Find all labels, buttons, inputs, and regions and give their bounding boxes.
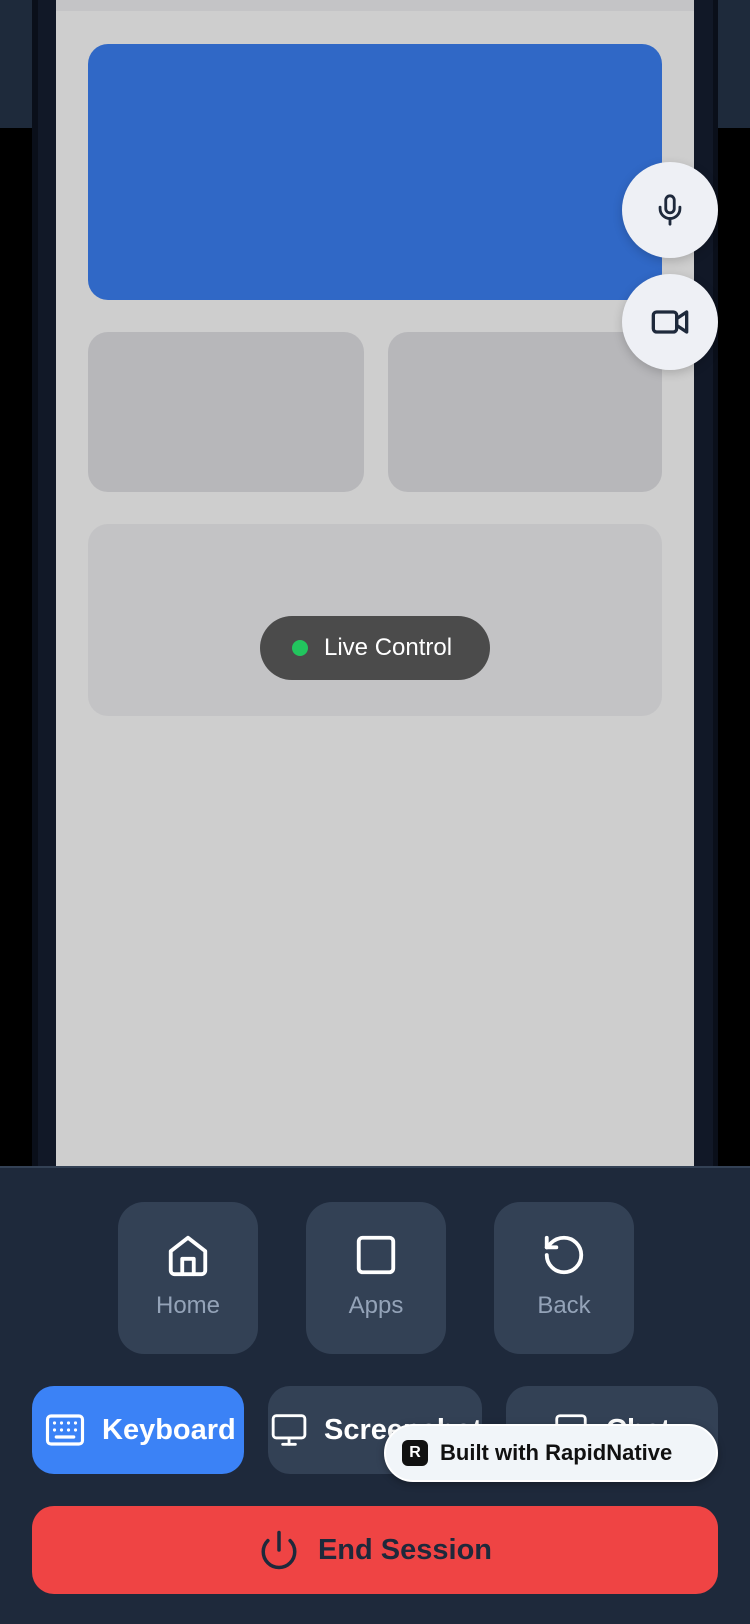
card-placeholder-left xyxy=(88,332,364,492)
home-button[interactable]: Home xyxy=(118,1202,258,1354)
apps-label: Apps xyxy=(348,1292,404,1319)
live-control-label: Live Control xyxy=(324,634,453,661)
live-status-dot xyxy=(292,640,308,656)
top-band-left xyxy=(0,0,32,128)
live-control-indicator: Live Control xyxy=(260,616,490,680)
rotate-ccw-icon xyxy=(544,1235,584,1275)
home-label: Home xyxy=(155,1292,221,1319)
built-with-badge[interactable]: R Built with RapidNative xyxy=(384,1424,718,1482)
back-label: Back xyxy=(537,1292,591,1319)
monitor-icon xyxy=(271,1414,307,1446)
control-panel: Home Apps Back Keyboard Screenshot xyxy=(0,1166,750,1624)
top-band-right xyxy=(717,0,750,128)
end-session-button[interactable]: End Session xyxy=(32,1506,718,1594)
keyboard-icon xyxy=(45,1414,85,1446)
built-with-label: Built with RapidNative xyxy=(440,1440,673,1465)
apps-button[interactable]: Apps xyxy=(306,1202,446,1354)
card-placeholder-right xyxy=(388,332,662,492)
status-strip xyxy=(56,0,694,11)
microphone-button[interactable] xyxy=(622,162,718,258)
rapidnative-logo-icon: R xyxy=(402,1440,428,1466)
microphone-icon xyxy=(658,194,682,226)
keyboard-label: Keyboard xyxy=(102,1413,236,1446)
phone-screen[interactable]: Live Control xyxy=(56,0,694,1166)
keyboard-button[interactable]: Keyboard xyxy=(32,1386,244,1474)
video-camera-button[interactable] xyxy=(622,274,718,370)
home-icon xyxy=(168,1235,208,1277)
power-icon xyxy=(261,1530,297,1570)
end-session-label: End Session xyxy=(317,1533,493,1566)
square-icon xyxy=(356,1235,396,1275)
video-camera-icon xyxy=(651,310,689,334)
back-button[interactable]: Back xyxy=(494,1202,634,1354)
hero-card-placeholder xyxy=(88,44,662,300)
